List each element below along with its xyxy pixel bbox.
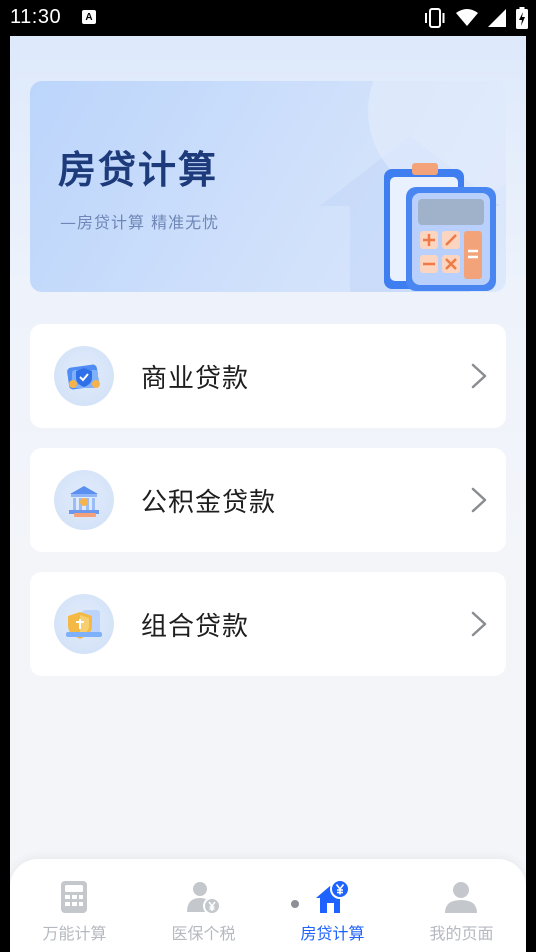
tab-mortgage-calculator[interactable]: 房贷计算 <box>268 859 397 952</box>
calculator-illustration <box>384 163 496 291</box>
status-time: 11:30 <box>10 6 62 28</box>
person-yuan-icon <box>187 882 221 915</box>
chevron-right-icon <box>471 611 487 637</box>
shield-card-icon <box>54 346 114 406</box>
active-indicator-dot <box>291 900 299 908</box>
tab-universal-calculator[interactable]: 万能计算 <box>10 859 139 952</box>
tab-label: 我的页面 <box>429 924 494 943</box>
mortgage-banner: 房贷计算 —房贷计算 精准无忧 <box>30 81 506 292</box>
wifi-icon <box>456 9 478 26</box>
tab-label: 万能计算 <box>42 924 107 943</box>
chevron-right-icon <box>471 487 487 513</box>
loan-option-housing-fund[interactable]: 公积金贷款 <box>30 448 506 552</box>
vibrate-icon <box>425 8 445 28</box>
status-notification-badge: A <box>82 10 96 24</box>
calculator-icon <box>61 881 87 913</box>
app-screen: 房贷计算 —房贷计算 精准无忧 商业贷款 公积金贷款 组合贷款 万能计算 医保个… <box>10 36 526 952</box>
chevron-right-icon <box>471 363 487 389</box>
banner-title: 房贷计算 <box>58 148 219 192</box>
status-bar: 11:30 A <box>0 0 536 36</box>
signal-icon <box>488 9 506 27</box>
tab-label: 房贷计算 <box>300 924 365 943</box>
tab-label: 医保个税 <box>171 924 236 943</box>
tab-my-page[interactable]: 我的页面 <box>397 859 526 952</box>
banner-subtitle: —房贷计算 精准无忧 <box>60 213 220 232</box>
tab-medical-tax[interactable]: 医保个税 <box>139 859 268 952</box>
loan-option-commercial[interactable]: 商业贷款 <box>30 324 506 428</box>
status-icons <box>424 6 528 30</box>
loan-option-combined[interactable]: 组合贷款 <box>30 572 506 676</box>
battery-icon <box>516 7 528 29</box>
loan-option-label: 公积金贷款 <box>141 488 277 518</box>
profile-icon <box>445 882 477 913</box>
house-yuan-icon <box>316 879 350 913</box>
bank-building-icon <box>54 470 114 530</box>
gold-shield-icon <box>54 594 114 654</box>
loan-option-label: 组合贷款 <box>141 612 250 642</box>
bottom-tab-bar: 万能计算 医保个税 房贷计算 我的页面 <box>10 859 526 952</box>
loan-option-label: 商业贷款 <box>141 364 250 394</box>
